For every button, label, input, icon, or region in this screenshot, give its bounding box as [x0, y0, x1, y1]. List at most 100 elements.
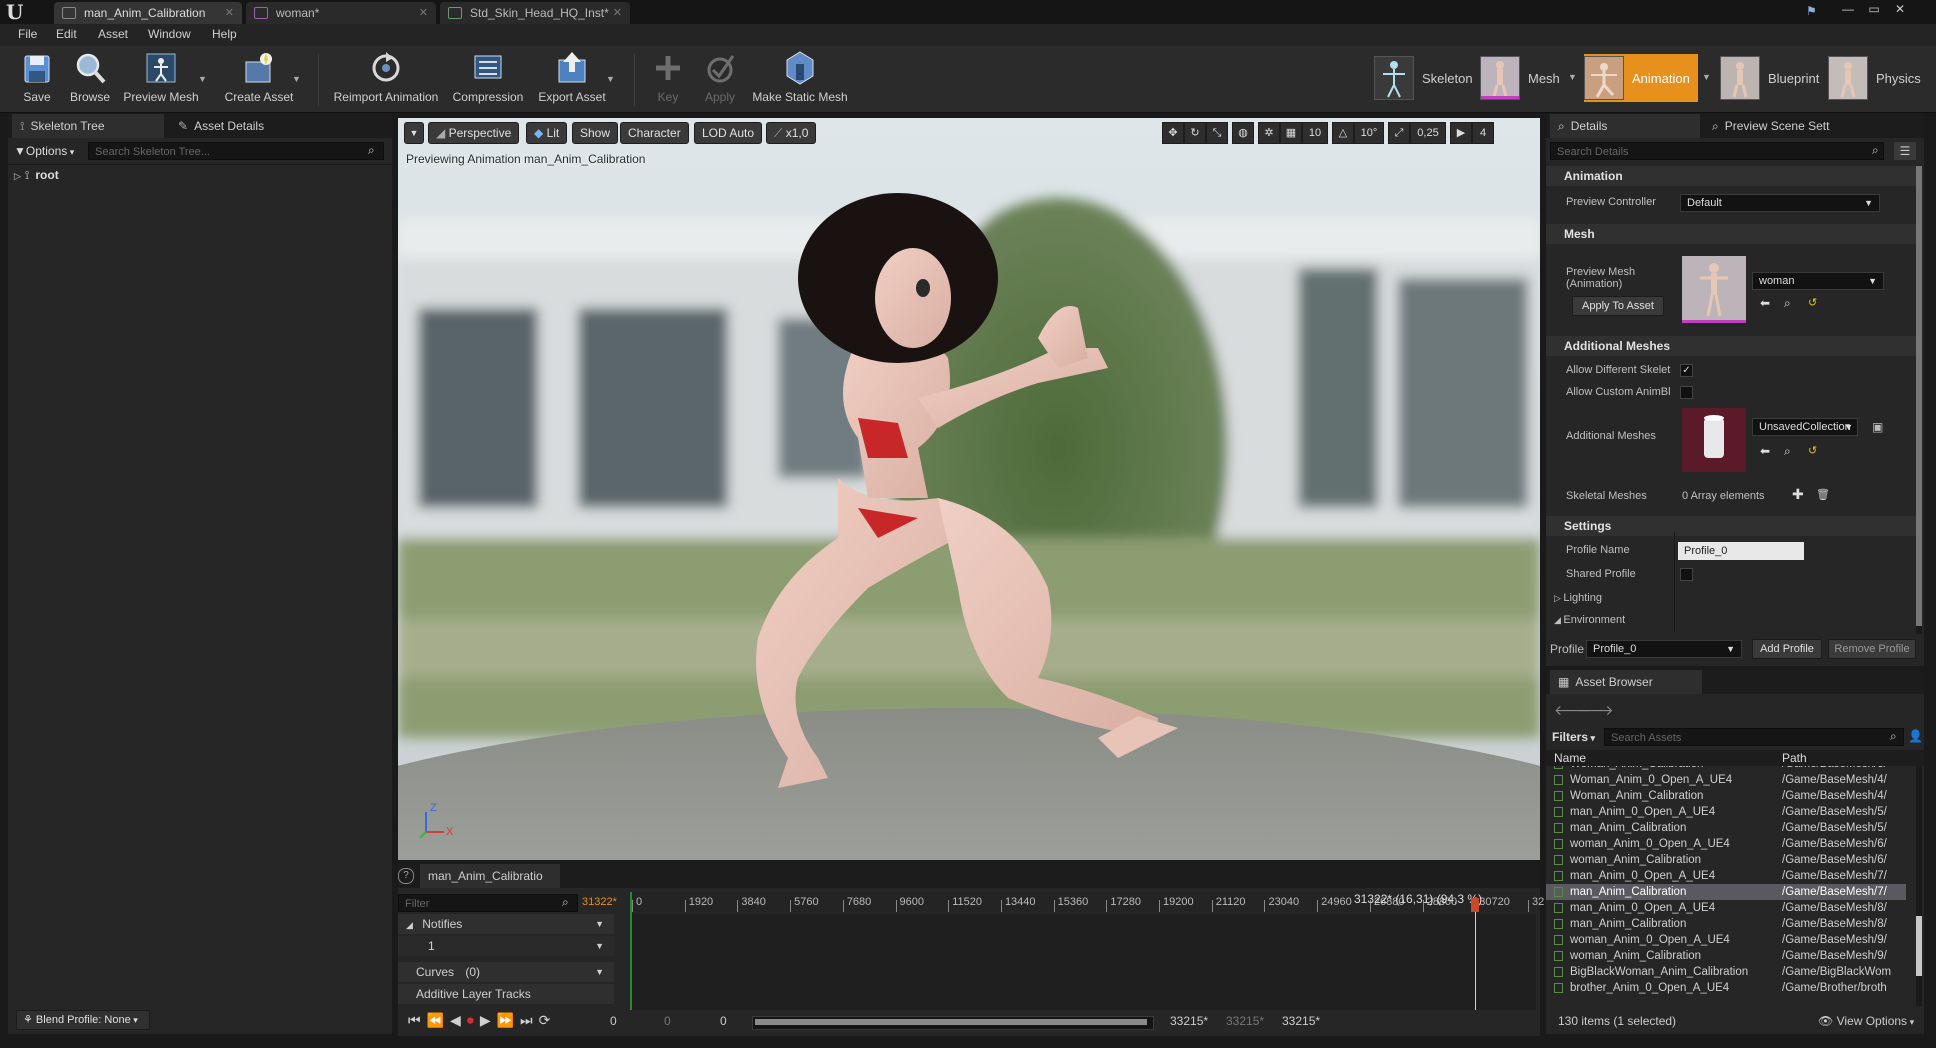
loop-icon[interactable]: ⟳	[539, 1012, 551, 1032]
mode-blueprint-button[interactable]: Blueprint	[1720, 54, 1819, 102]
start-frame-a[interactable]: 0	[610, 1014, 617, 1028]
remove-profile-button[interactable]: Remove Profile	[1828, 639, 1916, 659]
playhead-handle[interactable]	[1470, 898, 1479, 912]
doc-tab-material[interactable]: Std_Skin_Head_HQ_Inst* ✕	[440, 2, 630, 24]
playback-speed-button[interactable]: ⟋ x1,0	[766, 122, 817, 144]
profile-name-input[interactable]: Profile_0	[1678, 542, 1804, 560]
viewport[interactable]: ▼ ◢ Perspective ◆ Lit Show Character LOD…	[398, 118, 1540, 860]
timeline-track-area[interactable]: 0 1920 3840 5760 7680 9600 11520 13440 15360 1728…	[630, 892, 1544, 1010]
help-icon[interactable]: ?	[398, 868, 414, 884]
lod-button[interactable]: LOD Auto	[694, 122, 763, 144]
doc-tab-anim[interactable]: man_Anim_Calibration ✕	[54, 2, 242, 24]
skip-to-end-icon[interactable]: ⏭	[520, 1012, 533, 1032]
collapse-arrow-icon[interactable]: ◢	[406, 920, 413, 930]
step-forward-icon[interactable]: ⏩	[497, 1012, 514, 1032]
preview-mesh-button[interactable]: Preview Mesh	[120, 50, 202, 110]
chevron-down-icon[interactable]: ▼	[595, 914, 604, 934]
reset-to-default-icon[interactable]: ↺	[1808, 444, 1817, 457]
browse-search-icon[interactable]: ⌕	[1784, 296, 1791, 311]
grid-size-value[interactable]: 10	[1302, 122, 1328, 144]
chevron-down-icon[interactable]: ▼	[1702, 72, 1711, 82]
add-profile-button[interactable]: Add Profile	[1752, 639, 1822, 659]
chevron-down-icon[interactable]: ▼	[1568, 72, 1577, 82]
timeline-scrollbar[interactable]	[752, 1016, 1154, 1030]
category-settings[interactable]: Settings	[1546, 516, 1916, 536]
asset-row[interactable]: man_Anim_Calibration/Game/BaseMesh/7/	[1546, 884, 1906, 900]
rotate-icon[interactable]: ↻	[1184, 122, 1206, 144]
scale-size-value[interactable]: 0,25	[1410, 122, 1446, 144]
reset-to-default-icon[interactable]: ↺	[1808, 296, 1817, 309]
doc-tab-woman[interactable]: woman* ✕	[246, 2, 436, 24]
close-icon[interactable]: ✕	[419, 6, 428, 19]
details-scrollbar[interactable]	[1916, 166, 1922, 634]
asset-row[interactable]: woman_Anim_0_Open_A_UE4/Game/BaseMesh/9/	[1546, 932, 1906, 948]
tab-asset-details[interactable]: ✎ Asset Details	[170, 114, 320, 138]
category-mesh[interactable]: Mesh	[1546, 224, 1916, 244]
asset-search-input[interactable]: Search Assets	[1604, 728, 1904, 746]
expand-arrow-icon[interactable]: ▷	[14, 171, 21, 181]
grid-snap-icon[interactable]: ▦	[1280, 122, 1302, 144]
browse-button[interactable]: Browse	[66, 50, 114, 110]
timeline-filter-input[interactable]: Filter	[398, 894, 578, 912]
asset-row[interactable]: man_Anim_Calibration/Game/BaseMesh/5/	[1546, 820, 1906, 836]
preview-mesh-dropdown[interactable]: woman ▼	[1752, 272, 1884, 290]
environment-group[interactable]: ◢ Environment	[1554, 614, 1625, 626]
tab-anim-sequence[interactable]: man_Anim_Calibratio	[420, 864, 560, 888]
menu-help[interactable]: Help	[212, 27, 237, 41]
apply-button[interactable]: Apply	[700, 50, 740, 110]
surface-snap-icon[interactable]: ✲	[1258, 122, 1280, 144]
use-selected-arrow-icon[interactable]: ⬅	[1760, 296, 1770, 310]
category-animation[interactable]: Animation	[1546, 166, 1916, 186]
step-back-icon[interactable]: ⏪	[427, 1012, 444, 1032]
camera-speed-value[interactable]: 4	[1472, 122, 1494, 144]
notification-icon[interactable]: ⚑	[1806, 4, 1822, 18]
column-name[interactable]: Name	[1554, 751, 1586, 765]
close-window-button[interactable]: ✕	[1888, 0, 1912, 18]
view-options-icon[interactable]: ☰	[1894, 142, 1916, 160]
tree-item-root[interactable]: ▷ ⟟ root	[14, 168, 59, 183]
start-frame-c[interactable]: 0	[720, 1014, 727, 1028]
column-path[interactable]: Path	[1782, 751, 1807, 765]
menu-file[interactable]: File	[18, 27, 37, 41]
skip-to-start-icon[interactable]: ⏮	[408, 1012, 421, 1032]
browse-search-icon[interactable]: ⌕	[1784, 444, 1791, 459]
make-static-mesh-button[interactable]: Make Static Mesh	[750, 50, 850, 110]
chevron-down-icon[interactable]: ▼	[595, 962, 604, 982]
angle-snap-icon[interactable]: △	[1332, 122, 1354, 144]
asset-row[interactable]: woman_Anim_Calibration/Game/BaseMesh/6/	[1546, 852, 1906, 868]
tab-preview-scene-settings[interactable]: ⌕ Preview Scene Sett	[1704, 114, 1854, 138]
lighting-group[interactable]: ▷ Lighting	[1554, 592, 1602, 604]
chevron-down-icon[interactable]: ▼	[198, 74, 207, 84]
apply-to-asset-button[interactable]: Apply To Asset	[1572, 296, 1664, 316]
blend-profile-dropdown[interactable]: ⚘ Blend Profile: None ▾	[16, 1010, 150, 1030]
use-selected-arrow-icon[interactable]: ⬅	[1760, 444, 1770, 458]
end-frame-c[interactable]: 33215*	[1282, 1014, 1320, 1028]
asset-row[interactable]: Woman_Anim_0_Open_A_UE4/Game/BaseMesh/4/	[1546, 772, 1906, 788]
add-element-icon[interactable]: ✚	[1792, 486, 1804, 503]
record-icon[interactable]: ⏺	[467, 1012, 474, 1032]
preview-controller-dropdown[interactable]: Default ▼	[1680, 194, 1880, 212]
asset-row[interactable]: man_Anim_0_Open_A_UE4/Game/BaseMesh/5/	[1546, 804, 1906, 820]
collection-thumbnail[interactable]	[1682, 408, 1746, 472]
reimport-animation-button[interactable]: Reimport Animation	[330, 50, 442, 110]
compression-button[interactable]: Compression	[450, 50, 526, 110]
translate-icon[interactable]: ✥	[1162, 122, 1184, 144]
chevron-down-icon[interactable]: ▼	[606, 74, 615, 84]
asset-row[interactable]: woman_Anim_0_Open_A_UE4/Game/BaseMesh/6/	[1546, 836, 1906, 852]
view-options-button[interactable]: 👁 View Options ▾	[1818, 1014, 1914, 1028]
tab-skeleton-tree[interactable]: ⟟ Skeleton Tree	[12, 114, 164, 138]
skeleton-search-input[interactable]: Search Skeleton Tree...	[88, 142, 384, 160]
create-asset-button[interactable]: Create Asset	[216, 50, 302, 110]
angle-size-value[interactable]: 10°	[1354, 122, 1384, 144]
viewport-menu-button[interactable]: ▼	[404, 122, 424, 144]
save-button[interactable]: Save	[14, 50, 60, 110]
asset-row[interactable]: man_Anim_Calibration/Game/BaseMesh/8/	[1546, 916, 1906, 932]
options-dropdown[interactable]: ▼Options ▾	[14, 144, 74, 158]
person-icon[interactable]: 👤	[1908, 729, 1923, 743]
close-icon[interactable]: ✕	[225, 6, 234, 19]
allow-different-skeletons-checkbox[interactable]: ✓	[1680, 364, 1693, 377]
key-button[interactable]: Key	[648, 50, 688, 110]
filters-dropdown[interactable]: Filters ▾	[1552, 730, 1595, 744]
notifies-track[interactable]: ◢ Notifies ▼	[398, 914, 614, 934]
tab-details[interactable]: ⌕ Details	[1550, 114, 1700, 138]
